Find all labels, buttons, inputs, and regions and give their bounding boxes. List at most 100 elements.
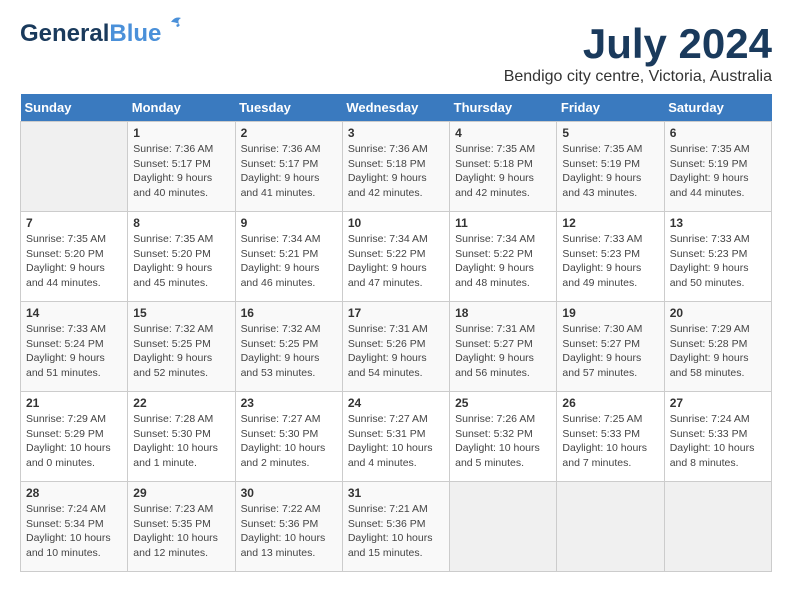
day-number: 29 bbox=[133, 486, 229, 500]
column-header-monday: Monday bbox=[128, 94, 235, 122]
calendar-cell: 16 Sunrise: 7:32 AM Sunset: 5:25 PM Dayli… bbox=[235, 302, 342, 392]
calendar-cell: 19 Sunrise: 7:30 AM Sunset: 5:27 PM Dayli… bbox=[557, 302, 664, 392]
cell-info: Sunrise: 7:27 AM Sunset: 5:30 PM Dayligh… bbox=[241, 412, 337, 471]
cell-info: Sunrise: 7:32 AM Sunset: 5:25 PM Dayligh… bbox=[133, 322, 229, 381]
cell-info: Sunrise: 7:23 AM Sunset: 5:35 PM Dayligh… bbox=[133, 502, 229, 561]
calendar-cell: 15 Sunrise: 7:32 AM Sunset: 5:25 PM Dayli… bbox=[128, 302, 235, 392]
cell-info: Sunrise: 7:35 AM Sunset: 5:19 PM Dayligh… bbox=[562, 142, 658, 201]
cell-info: Sunrise: 7:35 AM Sunset: 5:20 PM Dayligh… bbox=[26, 232, 122, 291]
calendar-cell bbox=[557, 482, 664, 572]
day-number: 6 bbox=[670, 126, 766, 140]
cell-info: Sunrise: 7:36 AM Sunset: 5:18 PM Dayligh… bbox=[348, 142, 444, 201]
calendar-cell: 20Sunrise: 7:29 AM Sunset: 5:28 PM Dayli… bbox=[664, 302, 771, 392]
calendar-cell: 8Sunrise: 7:35 AM Sunset: 5:20 PM Daylig… bbox=[128, 212, 235, 302]
day-number: 13 bbox=[670, 216, 766, 230]
calendar-cell: 25 Sunrise: 7:26 AM Sunset: 5:32 PM Dayli… bbox=[450, 392, 557, 482]
calendar-cell: 2Sunrise: 7:36 AM Sunset: 5:17 PM Daylig… bbox=[235, 122, 342, 212]
calendar-cell bbox=[450, 482, 557, 572]
calendar-cell: 1Sunrise: 7:36 AM Sunset: 5:17 PM Daylig… bbox=[128, 122, 235, 212]
calendar-cell: 9 Sunrise: 7:34 AM Sunset: 5:21 PM Daylig… bbox=[235, 212, 342, 302]
calendar-cell: 29 Sunrise: 7:23 AM Sunset: 5:35 PM Dayli… bbox=[128, 482, 235, 572]
cell-info: Sunrise: 7:26 AM Sunset: 5:32 PM Dayligh… bbox=[455, 412, 551, 471]
day-number: 25 bbox=[455, 396, 551, 410]
title-block: July 2024 Bendigo city centre, Victoria,… bbox=[504, 20, 772, 86]
day-number: 31 bbox=[348, 486, 444, 500]
day-number: 10 bbox=[348, 216, 444, 230]
cell-info: Sunrise: 7:34 AM Sunset: 5:21 PM Dayligh… bbox=[241, 232, 337, 291]
day-number: 12 bbox=[562, 216, 658, 230]
calendar-week-row: 28 Sunrise: 7:24 AM Sunset: 5:34 PM Dayli… bbox=[21, 482, 772, 572]
page-header: GeneralBlue July 2024 Bendigo city centr… bbox=[20, 20, 772, 86]
day-number: 3 bbox=[348, 126, 444, 140]
day-number: 19 bbox=[562, 306, 658, 320]
cell-info: Sunrise: 7:36 AM Sunset: 5:17 PM Dayligh… bbox=[133, 142, 229, 201]
cell-info: Sunrise: 7:31 AM Sunset: 5:27 PM Dayligh… bbox=[455, 322, 551, 381]
day-number: 9 bbox=[241, 216, 337, 230]
calendar-week-row: 1Sunrise: 7:36 AM Sunset: 5:17 PM Daylig… bbox=[21, 122, 772, 212]
logo-bird-icon bbox=[163, 12, 185, 34]
day-number: 14 bbox=[26, 306, 122, 320]
cell-info: Sunrise: 7:24 AM Sunset: 5:33 PM Dayligh… bbox=[670, 412, 766, 471]
day-number: 7 bbox=[26, 216, 122, 230]
column-header-wednesday: Wednesday bbox=[342, 94, 449, 122]
day-number: 30 bbox=[241, 486, 337, 500]
cell-info: Sunrise: 7:35 AM Sunset: 5:20 PM Dayligh… bbox=[133, 232, 229, 291]
calendar-cell: 24 Sunrise: 7:27 AM Sunset: 5:31 PM Dayli… bbox=[342, 392, 449, 482]
cell-info: Sunrise: 7:32 AM Sunset: 5:25 PM Dayligh… bbox=[241, 322, 337, 381]
logo-general: General bbox=[20, 20, 109, 47]
month-title: July 2024 bbox=[504, 20, 772, 68]
location: Bendigo city centre, Victoria, Australia bbox=[504, 68, 772, 86]
cell-info: Sunrise: 7:35 AM Sunset: 5:19 PM Dayligh… bbox=[670, 142, 766, 201]
calendar-cell: 22 Sunrise: 7:28 AM Sunset: 5:30 PM Dayli… bbox=[128, 392, 235, 482]
cell-info: Sunrise: 7:34 AM Sunset: 5:22 PM Dayligh… bbox=[455, 232, 551, 291]
column-header-sunday: Sunday bbox=[21, 94, 128, 122]
cell-info: Sunrise: 7:27 AM Sunset: 5:31 PM Dayligh… bbox=[348, 412, 444, 471]
calendar-cell: 21 Sunrise: 7:29 AM Sunset: 5:29 PM Dayli… bbox=[21, 392, 128, 482]
calendar-cell: 12Sunrise: 7:33 AM Sunset: 5:23 PM Dayli… bbox=[557, 212, 664, 302]
calendar-cell: 18Sunrise: 7:31 AM Sunset: 5:27 PM Dayli… bbox=[450, 302, 557, 392]
day-number: 16 bbox=[241, 306, 337, 320]
calendar-cell: 13 Sunrise: 7:33 AM Sunset: 5:23 PM Dayli… bbox=[664, 212, 771, 302]
calendar-cell: 11 Sunrise: 7:34 AM Sunset: 5:22 PM Dayli… bbox=[450, 212, 557, 302]
cell-info: Sunrise: 7:24 AM Sunset: 5:34 PM Dayligh… bbox=[26, 502, 122, 561]
day-number: 24 bbox=[348, 396, 444, 410]
calendar-cell: 6 Sunrise: 7:35 AM Sunset: 5:19 PM Daylig… bbox=[664, 122, 771, 212]
cell-info: Sunrise: 7:33 AM Sunset: 5:23 PM Dayligh… bbox=[670, 232, 766, 291]
day-number: 20 bbox=[670, 306, 766, 320]
day-number: 5 bbox=[562, 126, 658, 140]
day-number: 21 bbox=[26, 396, 122, 410]
cell-info: Sunrise: 7:34 AM Sunset: 5:22 PM Dayligh… bbox=[348, 232, 444, 291]
cell-info: Sunrise: 7:25 AM Sunset: 5:33 PM Dayligh… bbox=[562, 412, 658, 471]
calendar-cell: 5 Sunrise: 7:35 AM Sunset: 5:19 PM Daylig… bbox=[557, 122, 664, 212]
calendar-cell: 26Sunrise: 7:25 AM Sunset: 5:33 PM Dayli… bbox=[557, 392, 664, 482]
calendar-table: SundayMondayTuesdayWednesdayThursdayFrid… bbox=[20, 94, 772, 572]
cell-info: Sunrise: 7:35 AM Sunset: 5:18 PM Dayligh… bbox=[455, 142, 551, 201]
logo: GeneralBlue bbox=[20, 20, 161, 48]
cell-info: Sunrise: 7:30 AM Sunset: 5:27 PM Dayligh… bbox=[562, 322, 658, 381]
calendar-cell: 3 Sunrise: 7:36 AM Sunset: 5:18 PM Daylig… bbox=[342, 122, 449, 212]
cell-info: Sunrise: 7:29 AM Sunset: 5:29 PM Dayligh… bbox=[26, 412, 122, 471]
calendar-cell: 14 Sunrise: 7:33 AM Sunset: 5:24 PM Dayli… bbox=[21, 302, 128, 392]
calendar-cell: 10 Sunrise: 7:34 AM Sunset: 5:22 PM Dayli… bbox=[342, 212, 449, 302]
cell-info: Sunrise: 7:33 AM Sunset: 5:24 PM Dayligh… bbox=[26, 322, 122, 381]
column-header-friday: Friday bbox=[557, 94, 664, 122]
day-number: 28 bbox=[26, 486, 122, 500]
cell-info: Sunrise: 7:36 AM Sunset: 5:17 PM Dayligh… bbox=[241, 142, 337, 201]
calendar-cell: 30Sunrise: 7:22 AM Sunset: 5:36 PM Dayli… bbox=[235, 482, 342, 572]
day-number: 11 bbox=[455, 216, 551, 230]
cell-info: Sunrise: 7:21 AM Sunset: 5:36 PM Dayligh… bbox=[348, 502, 444, 561]
day-number: 23 bbox=[241, 396, 337, 410]
cell-info: Sunrise: 7:31 AM Sunset: 5:26 PM Dayligh… bbox=[348, 322, 444, 381]
cell-info: Sunrise: 7:28 AM Sunset: 5:30 PM Dayligh… bbox=[133, 412, 229, 471]
day-number: 4 bbox=[455, 126, 551, 140]
day-number: 27 bbox=[670, 396, 766, 410]
calendar-cell: 28 Sunrise: 7:24 AM Sunset: 5:34 PM Dayli… bbox=[21, 482, 128, 572]
calendar-header-row: SundayMondayTuesdayWednesdayThursdayFrid… bbox=[21, 94, 772, 122]
day-number: 22 bbox=[133, 396, 229, 410]
calendar-cell: 31 Sunrise: 7:21 AM Sunset: 5:36 PM Dayli… bbox=[342, 482, 449, 572]
day-number: 15 bbox=[133, 306, 229, 320]
calendar-week-row: 7 Sunrise: 7:35 AM Sunset: 5:20 PM Daylig… bbox=[21, 212, 772, 302]
calendar-cell: 27 Sunrise: 7:24 AM Sunset: 5:33 PM Dayli… bbox=[664, 392, 771, 482]
calendar-cell: 7 Sunrise: 7:35 AM Sunset: 5:20 PM Daylig… bbox=[21, 212, 128, 302]
column-header-saturday: Saturday bbox=[664, 94, 771, 122]
